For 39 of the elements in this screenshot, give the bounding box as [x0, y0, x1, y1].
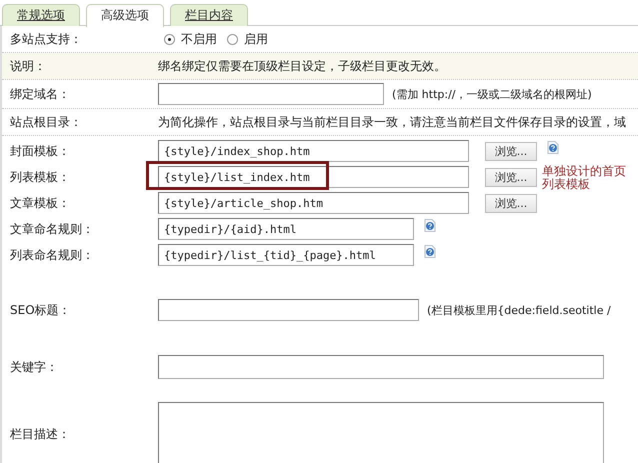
help-icon[interactable]: [424, 245, 436, 258]
seo-title-field[interactable]: [158, 299, 419, 321]
field-label: 说明：: [9, 58, 47, 74]
info-text: 绑名绑定仅需要在顶级栏目设定，子级栏目更改无效。: [158, 58, 446, 74]
naming-rule-field[interactable]: {typedir}/{aid}.html: [158, 218, 414, 240]
keywords-field[interactable]: [158, 355, 604, 379]
browse-button[interactable]: 浏览...: [485, 142, 537, 160]
tab[interactable]: 栏目内容: [170, 4, 248, 26]
browse-button[interactable]: 浏览...: [485, 168, 537, 186]
field-label: 列表模板：: [9, 168, 71, 186]
tab[interactable]: 高级选项: [86, 4, 164, 27]
template-field[interactable]: {style}/index_shop.htm: [158, 140, 469, 162]
field-label: 站点根目录：: [9, 114, 83, 130]
help-icon[interactable]: [424, 219, 436, 232]
info-text: 为简化操作，站点根目录与当前栏目目录一致，请注意当前栏目文件保存目录的设置，域: [158, 114, 626, 130]
browse-button[interactable]: 浏览...: [485, 194, 537, 212]
field-label: 绑定域名：: [9, 86, 71, 102]
radio-label[interactable]: 启用: [244, 30, 268, 48]
field-label: 列表命名规则：: [9, 246, 95, 264]
domain-field[interactable]: [158, 83, 384, 105]
field-label: SEO标题：: [9, 302, 72, 318]
field-label: 多站点支持：: [9, 30, 83, 48]
naming-rule-field[interactable]: {typedir}/list_{tid}_{page}.html: [158, 244, 414, 266]
description-field[interactable]: [158, 402, 604, 463]
radio-label[interactable]: 不启用: [181, 30, 217, 48]
hint-text: (栏目模板里用{dede:field.seotitle /: [427, 302, 611, 318]
field-label: 文章模板：: [9, 194, 71, 212]
template-field[interactable]: {style}/list_index.htm: [158, 166, 469, 188]
tab[interactable]: 常规选项: [2, 4, 80, 26]
annotation-text: 单独设计的首页列表模板: [542, 165, 627, 191]
template-field[interactable]: {style}/article_shop.htm: [158, 192, 469, 214]
radio-button[interactable]: [164, 34, 175, 44]
help-icon[interactable]: [547, 141, 559, 154]
radio-button[interactable]: [227, 34, 238, 44]
field-label: 关键字：: [9, 358, 59, 376]
hint-text: (需加 http://，一级或二级域名的根网址): [392, 86, 592, 102]
field-label: 文章命名规则：: [9, 220, 95, 238]
field-label: 栏目描述：: [9, 426, 71, 443]
field-label: 封面模板：: [9, 142, 71, 160]
